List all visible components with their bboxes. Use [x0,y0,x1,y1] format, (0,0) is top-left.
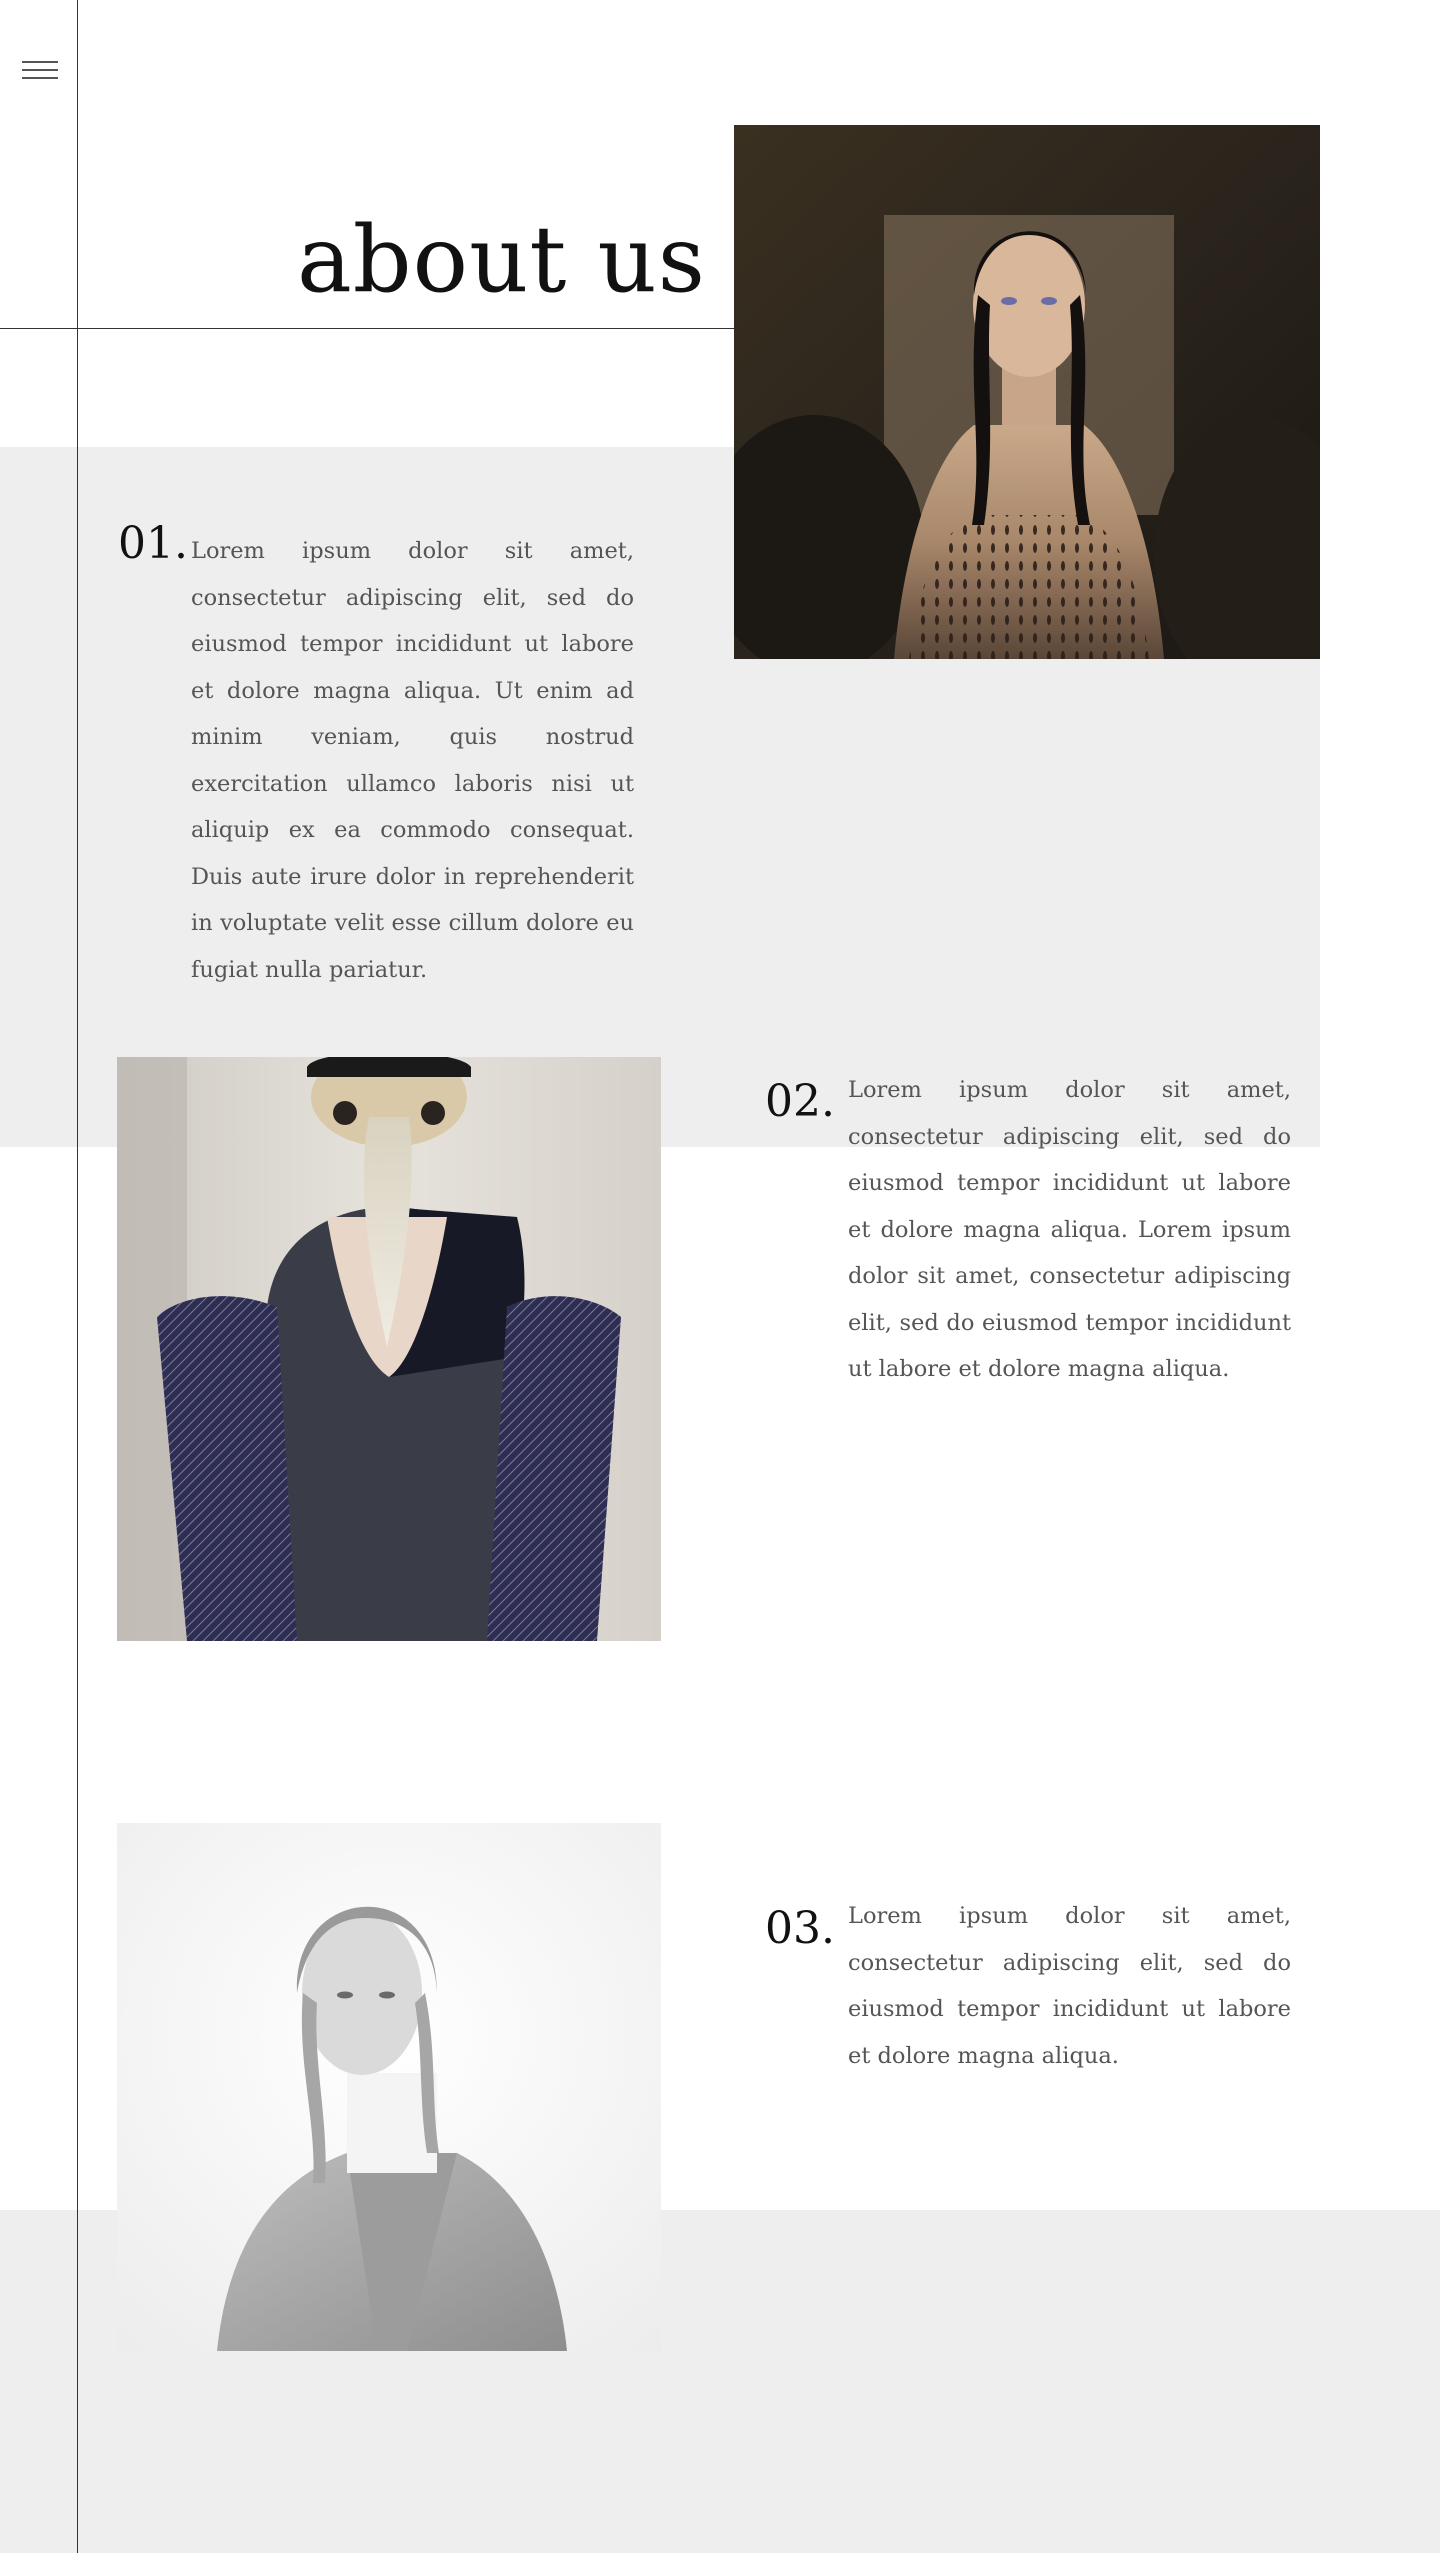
hamburger-menu-button[interactable] [22,58,58,82]
section-paragraph-3: Lorem ipsum dolor sit amet, consectetur … [848,1903,1291,2069]
section-number-1: 01. [118,518,188,569]
monochrome-portrait-photo [117,1823,661,2351]
section-paragraph-2: Lorem ipsum dolor sit amet, consectetur … [848,1077,1291,1382]
section-number-3: 03. [765,1903,835,1954]
back-view-fashion-photo [117,1057,661,1641]
runway-model-photo [734,125,1320,659]
section-number-2: 02. [765,1076,835,1127]
hamburger-menu-icon-bar [22,69,58,71]
page-title: about us [296,206,706,313]
hamburger-menu-icon-bar [22,61,58,63]
hamburger-menu-icon-bar [22,77,58,79]
vertical-rule [77,0,78,2553]
title-underline-rule [0,328,768,329]
section-paragraph-1: Lorem ipsum dolor sit amet, consectetur … [191,538,634,983]
